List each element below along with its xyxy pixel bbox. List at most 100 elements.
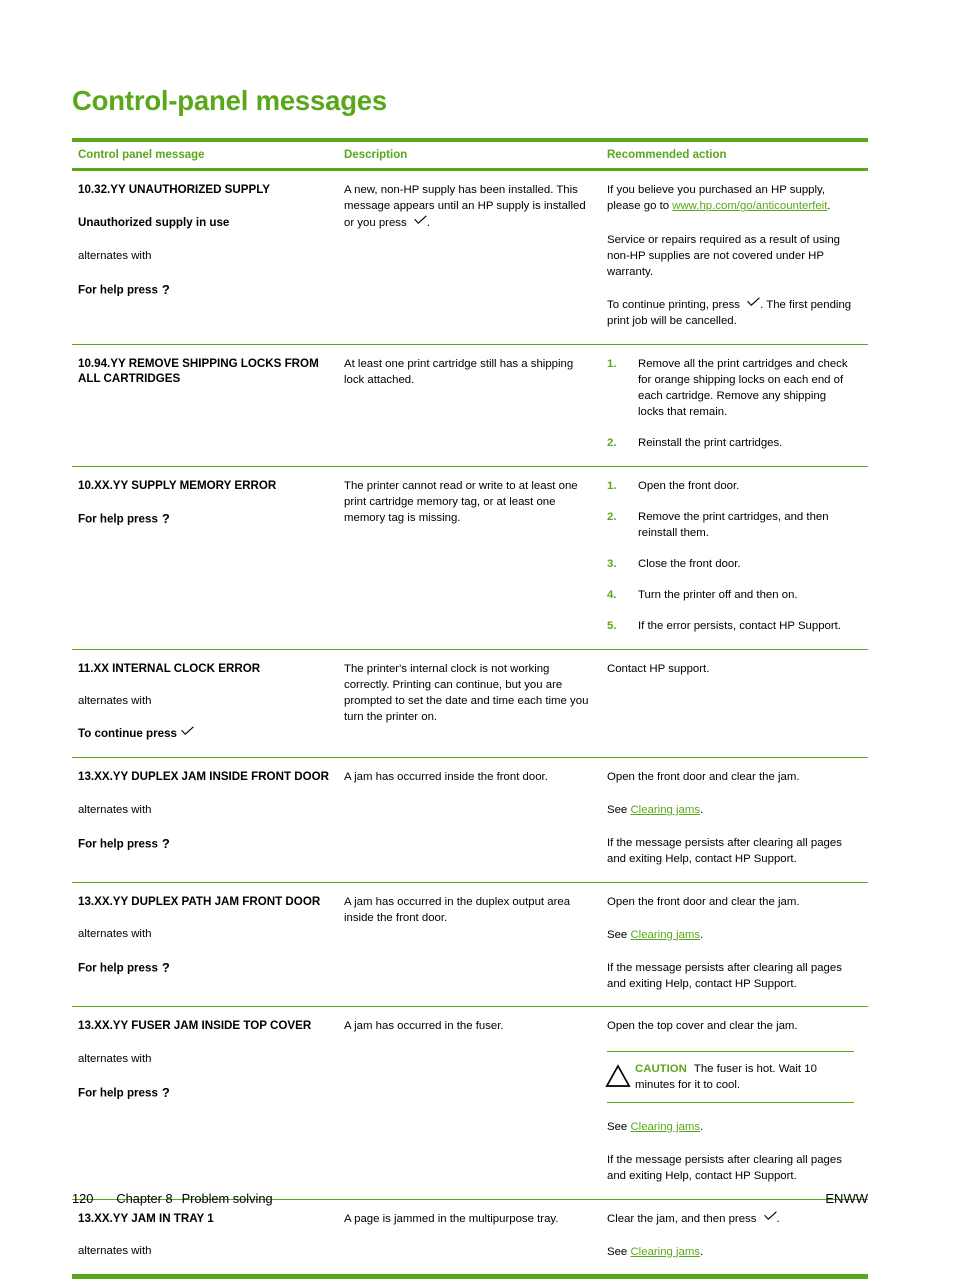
- checkmark-glyph: [414, 215, 427, 225]
- description-body: A jam has occurred in the fuser.: [344, 1020, 504, 1033]
- for-help-press-label: For help press?: [78, 835, 330, 853]
- alternates-with-label: alternates with: [78, 803, 152, 816]
- caution-text-wrap: CAUTION The fuser is hot. Wait 10 minutes…: [635, 1061, 854, 1093]
- action-intro-text: Open the top cover and clear the jam.: [607, 1020, 798, 1033]
- doc-link[interactable]: Clearing jams: [630, 1121, 700, 1133]
- doc-link[interactable]: Clearing jams: [630, 804, 700, 816]
- cell-recommended-action: Open the top cover and clear the jam. CAU…: [605, 1006, 868, 1200]
- question-mark-glyph: ?: [161, 281, 170, 297]
- table-header-row: Control panel message Description Recomm…: [72, 138, 868, 172]
- action-step-item: Open the front door.: [607, 478, 740, 494]
- table-row: 11.XX INTERNAL CLOCK ERROR alternates wit…: [72, 649, 868, 758]
- question-mark-glyph: ?: [161, 960, 170, 976]
- alternates-with-label: alternates with: [78, 249, 152, 262]
- cell-recommended-action: Contact HP support.: [607, 649, 868, 758]
- action-step-item: Close the front door.: [607, 556, 741, 572]
- message-code: 10.94.YY REMOVE SHIPPING LOCKS FROM ALL …: [78, 356, 319, 386]
- action-paragraph-text: Contact HP support.: [607, 662, 710, 675]
- for-help-press-text: For help press: [78, 961, 158, 975]
- page-footer: 120 Chapter 8 Problem solving ENWW: [72, 1191, 868, 1206]
- description-text: At least one print cartridge still has a…: [344, 356, 593, 388]
- for-help-press-label: For help press?: [78, 281, 330, 299]
- table-row: 13.XX.YY JAM IN TRAY 1 alternates with A p…: [72, 1199, 868, 1279]
- description-body: At least one print cartridge still has a…: [344, 357, 574, 386]
- cell-control-panel-message: 10.XX.YY SUPPLY MEMORY ERROR For help pre…: [72, 466, 344, 650]
- doc-link[interactable]: www.hp.com/go/anticounterfeit: [672, 200, 827, 212]
- action-paragraph: Service or repairs required as a result …: [607, 232, 854, 281]
- action-paragraph-text: If the message persists after clearing a…: [607, 1154, 842, 1183]
- question-mark-glyph: ?: [161, 1085, 170, 1101]
- cell-description: The printer's internal clock is not work…: [344, 649, 607, 758]
- action-paragraph-text: Open the front door and clear the jam.: [607, 770, 800, 783]
- cell-description: At least one print cartridge still has a…: [344, 344, 607, 467]
- message-code: 10.32.YY UNAUTHORIZED SUPPLY: [78, 183, 270, 197]
- table-row: 13.XX.YY DUPLEX JAM INSIDE FRONT DOOR alt…: [72, 757, 868, 883]
- cell-control-panel-message: 13.XX.YY DUPLEX PATH JAM FRONT DOOR alter…: [72, 882, 344, 1008]
- action-paragraph-text: Clear the jam, and then press: [607, 1212, 760, 1225]
- action-paragraph: To continue printing, press . The first …: [607, 297, 854, 329]
- description-text: A page is jammed in the multipurpose tra…: [344, 1211, 593, 1227]
- doc-link[interactable]: Clearing jams: [630, 929, 700, 941]
- action-paragraph-text: Open the front door and clear the jam.: [607, 895, 800, 908]
- for-help-press-text: For help press: [78, 837, 158, 851]
- cell-description: A page is jammed in the multipurpose tra…: [344, 1199, 607, 1279]
- caution-label: CAUTION: [635, 1062, 687, 1075]
- action-paragraph: See Clearing jams.: [607, 927, 854, 943]
- for-help-press-text: For help press: [78, 283, 158, 297]
- table-row: 13.XX.YY FUSER JAM INSIDE TOP COVER alter…: [72, 1006, 868, 1200]
- action-paragraph-text-tail: .: [700, 804, 704, 817]
- table-row: 10.XX.YY SUPPLY MEMORY ERROR For help pre…: [72, 466, 868, 650]
- description-text: The printer cannot read or write to at l…: [344, 478, 593, 527]
- action-paragraph: See Clearing jams.: [607, 1119, 854, 1135]
- table-row: 10.32.YY UNAUTHORIZED SUPPLY Unauthorized…: [72, 169, 868, 345]
- alternates-with-label: alternates with: [78, 1245, 152, 1258]
- table-row: 10.94.YY REMOVE SHIPPING LOCKS FROM ALL …: [72, 344, 868, 467]
- cell-recommended-action: Clear the jam, and then press . See Clear…: [607, 1199, 868, 1279]
- action-paragraph-text: If the message persists after clearing a…: [607, 962, 842, 991]
- action-paragraph: If the message persists after clearing a…: [607, 835, 854, 867]
- message-code: 13.XX.YY DUPLEX PATH JAM FRONT DOOR: [78, 894, 321, 908]
- action-paragraph-text-tail: .: [827, 200, 831, 213]
- for-help-press-text: For help press: [78, 1086, 158, 1100]
- description-body: A jam has occurred inside the front door…: [344, 770, 548, 783]
- question-mark-glyph: ?: [161, 511, 170, 527]
- message-code: 13.XX.YY FUSER JAM INSIDE TOP COVER: [78, 1019, 312, 1033]
- for-help-press-text: For help press: [78, 512, 158, 526]
- description-body: The printer cannot read or write to at l…: [344, 479, 578, 524]
- action-paragraph-text: See: [607, 1245, 631, 1258]
- message-code: 13.XX.YY JAM IN TRAY 1: [78, 1211, 214, 1225]
- footer-left: 120 Chapter 8 Problem solving: [72, 1191, 273, 1206]
- table-header: Control panel message Description Recomm…: [72, 138, 868, 172]
- action-paragraph-text-tail: .: [700, 1120, 704, 1133]
- action-paragraph: Clear the jam, and then press .: [607, 1210, 854, 1227]
- cell-recommended-action: Remove all the print cartridges and chec…: [607, 344, 868, 467]
- cell-control-panel-message: 10.32.YY UNAUTHORIZED SUPPLY Unauthorized…: [72, 169, 344, 345]
- action-paragraph-text: To continue printing, press: [607, 299, 744, 312]
- warning-triangle-icon: [605, 1063, 635, 1088]
- action-paragraph: If the message persists after clearing a…: [607, 960, 854, 992]
- cell-recommended-action: Open the front door. Remove the print car…: [607, 466, 868, 650]
- action-paragraph-text-tail: .: [700, 1245, 704, 1258]
- control-panel-messages-table: Control panel message Description Recomm…: [72, 138, 868, 1279]
- cell-description: A jam has occurred in the fuser.: [344, 1006, 607, 1200]
- checkmark-glyph: [763, 1210, 777, 1221]
- cell-description: A jam has occurred inside the front door…: [344, 757, 607, 883]
- column-header-action: Recommended action: [607, 138, 868, 172]
- page-content: Control-panel messages Control panel mes…: [72, 85, 868, 1279]
- for-help-press-label: For help press?: [78, 1084, 330, 1102]
- alternates-with-label: alternates with: [78, 695, 152, 708]
- footer-chapter-number: Chapter 8: [116, 1191, 173, 1206]
- action-paragraph-text: If the message persists after clearing a…: [607, 837, 842, 866]
- description-text: A jam has occurred in the fuser.: [344, 1018, 593, 1034]
- cell-control-panel-message: 11.XX INTERNAL CLOCK ERROR alternates wit…: [72, 649, 344, 758]
- doc-link[interactable]: Clearing jams: [630, 1246, 700, 1258]
- description-body: A page is jammed in the multipurpose tra…: [344, 1212, 559, 1225]
- message-code: 11.XX INTERNAL CLOCK ERROR: [78, 661, 261, 675]
- document-page: Control-panel messages Control panel mes…: [0, 0, 954, 1279]
- description-body: The printer's internal clock is not work…: [344, 662, 589, 724]
- message-code: 13.XX.YY DUPLEX JAM INSIDE FRONT DOOR: [78, 769, 330, 783]
- for-help-press-label: For help press?: [78, 510, 330, 528]
- to-continue-press-label: To continue press: [78, 726, 330, 742]
- cell-control-panel-message: 10.94.YY REMOVE SHIPPING LOCKS FROM ALL …: [72, 344, 344, 467]
- cell-recommended-action: Open the front door and clear the jam. Se…: [607, 757, 868, 883]
